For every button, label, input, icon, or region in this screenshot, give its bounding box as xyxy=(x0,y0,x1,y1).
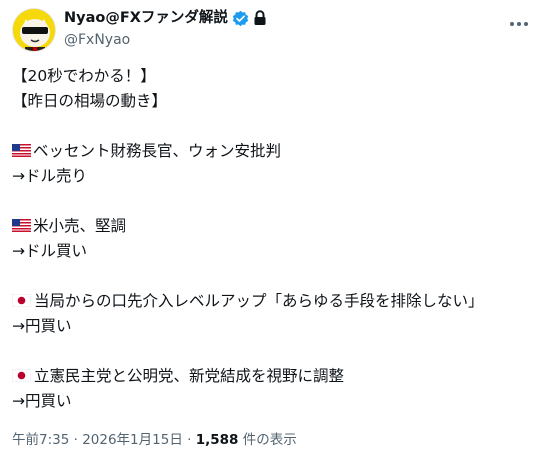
tweet-date[interactable]: 2026年1月15日 xyxy=(82,432,183,448)
meta-separator: · xyxy=(182,432,196,448)
tweet-line: 【昨日の相場の動き】 xyxy=(12,92,168,110)
view-count: 1,588 xyxy=(195,432,239,448)
tweet-line: →ドル売り xyxy=(12,167,87,185)
tweet-line: →円買い xyxy=(12,317,72,335)
tweet-time[interactable]: 午前7:35 xyxy=(12,432,69,448)
display-name[interactable]: Nyao@FXファンダ解説 xyxy=(64,8,228,28)
user-handle[interactable]: @FxNyao xyxy=(64,30,267,50)
view-count-label: 件の表示 xyxy=(238,432,297,448)
tweet-header: Nyao@FXファンダ解説 @FxNyao xyxy=(12,6,542,56)
us-flag-icon xyxy=(12,140,31,157)
tweet-line-text: 米小売、堅調 xyxy=(33,217,127,235)
verified-badge-icon[interactable] xyxy=(232,10,249,27)
tweet-line: →円買い xyxy=(12,392,72,410)
tweet-line: →ドル買い xyxy=(12,242,87,260)
us-flag-icon xyxy=(12,215,31,232)
tweet-line: ベッセント財務長官、ウォン安批判 xyxy=(12,139,537,164)
tweet-line-text: ベッセント財務長官、ウォン安批判 xyxy=(33,142,282,160)
tweet-text: 【20秒でわかる！】 【昨日の相場の動き】 ベッセント財務長官、ウォン安批判 →… xyxy=(11,64,537,414)
jp-flag-icon xyxy=(11,365,32,383)
tweet-line-text: 当局からの口先介入レベルアップ「あらゆる手段を排除しない」 xyxy=(34,292,484,310)
tweet-line-text: 立憲民主党と公明党、新党結成を視野に調整 xyxy=(34,367,345,385)
author-names: Nyao@FXファンダ解説 @FxNyao xyxy=(64,8,267,50)
tweet-line: 米小売、堅調 xyxy=(12,214,537,239)
more-options-button[interactable] xyxy=(504,14,534,34)
more-dots-icon xyxy=(510,22,528,26)
tweet-line: 立憲民主党と公明党、新党結成を視野に調整 xyxy=(11,364,537,389)
jp-flag-icon xyxy=(11,290,32,308)
tweet-line: 【20秒でわかる！】 xyxy=(12,67,156,85)
meta-separator: · xyxy=(69,432,83,448)
tweet-meta: 午前7:35 · 2026年1月15日 · 1,588 件の表示 xyxy=(12,430,297,450)
avatar[interactable] xyxy=(12,8,56,52)
tweet-line: 当局からの口先介入レベルアップ「あらゆる手段を排除しない」 xyxy=(11,289,537,314)
lock-icon xyxy=(253,10,267,26)
